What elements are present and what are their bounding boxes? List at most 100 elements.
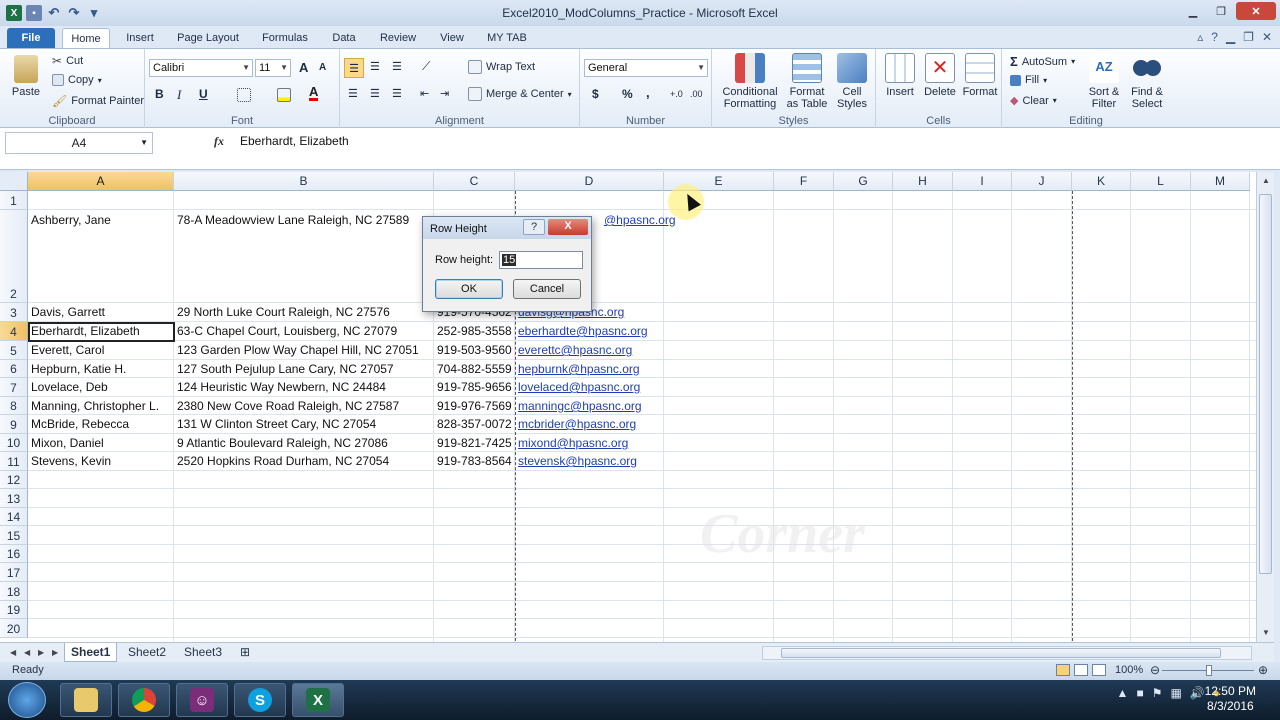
increase-indent-button[interactable]: ⇥ <box>440 87 449 100</box>
currency-button[interactable]: $ <box>592 87 599 101</box>
cell-a-row-5[interactable]: Everett, Carol <box>28 343 104 357</box>
cell-styles-button[interactable]: Cell Styles <box>832 53 872 110</box>
cell-b-row-9[interactable]: 131 W Clinton Street Cary, NC 27054 <box>174 417 376 431</box>
font-size-select[interactable]: 11 ▼ <box>255 59 291 77</box>
row-header-15[interactable]: 15 <box>0 526 28 545</box>
column-header-l[interactable]: L <box>1131 172 1191 191</box>
tab-view[interactable]: View <box>434 28 470 48</box>
autosum-button[interactable]: Σ AutoSum ▾ <box>1010 54 1075 69</box>
insert-function-button[interactable]: fx <box>214 134 224 149</box>
formula-input[interactable]: Eberhardt, Elizabeth <box>240 134 349 148</box>
find-select-button[interactable]: Find & Select <box>1126 53 1168 110</box>
row-header-4[interactable]: 4 <box>0 322 28 341</box>
row-header-1[interactable]: 1 <box>0 191 28 210</box>
tray-app-icon[interactable]: ■ <box>1136 686 1143 700</box>
minimize-button[interactable]: ▁ <box>1180 2 1206 20</box>
cell-a-row-10[interactable]: Mixon, Daniel <box>28 436 104 450</box>
tab-file[interactable]: File <box>7 28 55 48</box>
merge-center-button[interactable]: Merge & Center ▾ <box>468 87 572 101</box>
cell-a-row-8[interactable]: Manning, Christopher L. <box>28 399 159 413</box>
copy-button[interactable]: Copy ▾ <box>52 74 102 86</box>
workbook-restore-icon[interactable]: ❐ <box>1243 30 1254 44</box>
tab-my-tab[interactable]: MY TAB <box>482 28 532 48</box>
tab-home[interactable]: Home <box>62 28 110 48</box>
vertical-scroll-thumb[interactable] <box>1259 194 1272 574</box>
row-header-7[interactable]: 7 <box>0 378 28 397</box>
sheet-tab-sheet1[interactable]: Sheet1 <box>64 643 118 662</box>
cell-c-row-5[interactable]: 919-503-9560 <box>434 343 512 357</box>
format-painter-button[interactable]: 🖌 Format Painter <box>52 94 144 108</box>
workbook-minimize-icon[interactable]: ▁ <box>1226 30 1235 44</box>
page-layout-view-icon[interactable] <box>1074 664 1088 676</box>
taskbar-skype[interactable]: S <box>234 683 286 717</box>
cell-c-row-10[interactable]: 919-821-7425 <box>434 436 512 450</box>
column-header-i[interactable]: I <box>953 172 1012 191</box>
column-header-g[interactable]: G <box>834 172 893 191</box>
fill-color-button[interactable] <box>277 88 291 102</box>
cell-a-row-2[interactable]: Ashberry, Jane <box>28 213 111 227</box>
zoom-level[interactable]: 100% <box>1115 664 1143 676</box>
next-sheet-icon[interactable]: ▶ <box>38 648 44 657</box>
row-height-input[interactable]: 15 <box>499 251 583 269</box>
cell-c-row-8[interactable]: 919-976-7569 <box>434 399 512 413</box>
row-header-5[interactable]: 5 <box>0 341 28 360</box>
row-header-18[interactable]: 18 <box>0 582 28 601</box>
zoom-slider-knob[interactable] <box>1206 665 1212 676</box>
cell-b-row-8[interactable]: 2380 New Cove Road Raleigh, NC 27587 <box>174 399 399 413</box>
align-middle-button[interactable]: ☰ <box>370 60 380 73</box>
start-button[interactable] <box>8 682 46 718</box>
row-header-2[interactable]: 2 <box>0 210 28 303</box>
cell-d-row-5[interactable]: everettc@hpasnc.org <box>515 343 632 357</box>
cell-d-row-8[interactable]: manningc@hpasnc.org <box>515 399 642 413</box>
vertical-scrollbar[interactable]: ▲ ▼ <box>1256 172 1274 642</box>
tray-expand-icon[interactable]: ▲ <box>1117 686 1129 700</box>
borders-button[interactable] <box>237 88 251 102</box>
taskbar-meeting-app[interactable]: ☺ <box>176 683 228 717</box>
percent-button[interactable]: % <box>622 87 633 101</box>
taskbar-chrome[interactable] <box>118 683 170 717</box>
cell-b-row-2[interactable]: 78-A Meadowview Lane Raleigh, NC 27589 <box>174 213 409 227</box>
wrap-text-button[interactable]: Wrap Text <box>468 60 535 74</box>
tab-formulas[interactable]: Formulas <box>256 28 314 48</box>
cancel-button[interactable]: Cancel <box>513 279 581 299</box>
orientation-button[interactable]: ⟋ <box>422 59 430 74</box>
cell-c-row-7[interactable]: 919-785-9656 <box>434 380 512 394</box>
font-name-select[interactable]: Calibri ▼ <box>149 59 253 77</box>
underline-button[interactable]: U <box>199 87 208 101</box>
cell-a-row-7[interactable]: Lovelace, Deb <box>28 380 108 394</box>
tab-data[interactable]: Data <box>326 28 362 48</box>
column-header-c[interactable]: C <box>434 172 515 191</box>
delete-cells-button[interactable]: ✕ Delete <box>920 53 960 98</box>
ok-button[interactable]: OK <box>435 279 503 299</box>
tab-page-layout[interactable]: Page Layout <box>172 28 244 48</box>
cell-b-row-11[interactable]: 2520 Hopkins Road Durham, NC 27054 <box>174 454 389 468</box>
font-color-button[interactable]: A <box>309 85 319 101</box>
cell-b-row-5[interactable]: 123 Garden Plow Way Chapel Hill, NC 2705… <box>174 343 419 357</box>
row-header-8[interactable]: 8 <box>0 397 28 415</box>
sheet-tab-sheet3[interactable]: Sheet3 <box>178 643 228 662</box>
decrease-indent-button[interactable]: ⇤ <box>420 87 429 100</box>
column-header-f[interactable]: F <box>774 172 834 191</box>
clear-button[interactable]: ◆ Clear ▾ <box>1010 94 1057 108</box>
sheet-tab-sheet2[interactable]: Sheet2 <box>122 643 172 662</box>
cell-b-row-3[interactable]: 29 North Luke Court Raleigh, NC 27576 <box>174 305 390 319</box>
cell-d-row-7[interactable]: lovelaced@hpasnc.org <box>515 380 640 394</box>
fill-button[interactable]: Fill ▾ <box>1010 74 1047 86</box>
cell-a-row-9[interactable]: McBride, Rebecca <box>28 417 129 431</box>
cell-c-row-6[interactable]: 704-882-5559 <box>434 362 512 376</box>
name-box[interactable]: A4 ▼ <box>5 132 153 154</box>
workbook-close-icon[interactable]: ✕ <box>1262 30 1272 44</box>
cell-d-row-11[interactable]: stevensk@hpasnc.org <box>515 454 637 468</box>
tab-insert[interactable]: Insert <box>118 28 162 48</box>
row-header-12[interactable]: 12 <box>0 471 28 489</box>
last-sheet-icon[interactable]: ▶ <box>52 648 58 657</box>
column-header-b[interactable]: B <box>174 172 434 191</box>
cell-a-row-11[interactable]: Stevens, Kevin <box>28 454 111 468</box>
worksheet-grid[interactable]: Corner ABCDEFGHIJKLM 1 2 3 4 5 6 7 8 9 10 11 12 13 14… <box>0 172 1256 642</box>
insert-sheet-icon[interactable]: ⊞ <box>234 643 256 662</box>
column-header-j[interactable]: J <box>1012 172 1072 191</box>
scroll-up-icon[interactable]: ▲ <box>1262 176 1270 185</box>
align-top-button[interactable]: ☰ <box>344 58 364 78</box>
sort-filter-button[interactable]: AZ Sort & Filter <box>1084 53 1124 110</box>
italic-button[interactable]: I <box>177 87 181 103</box>
